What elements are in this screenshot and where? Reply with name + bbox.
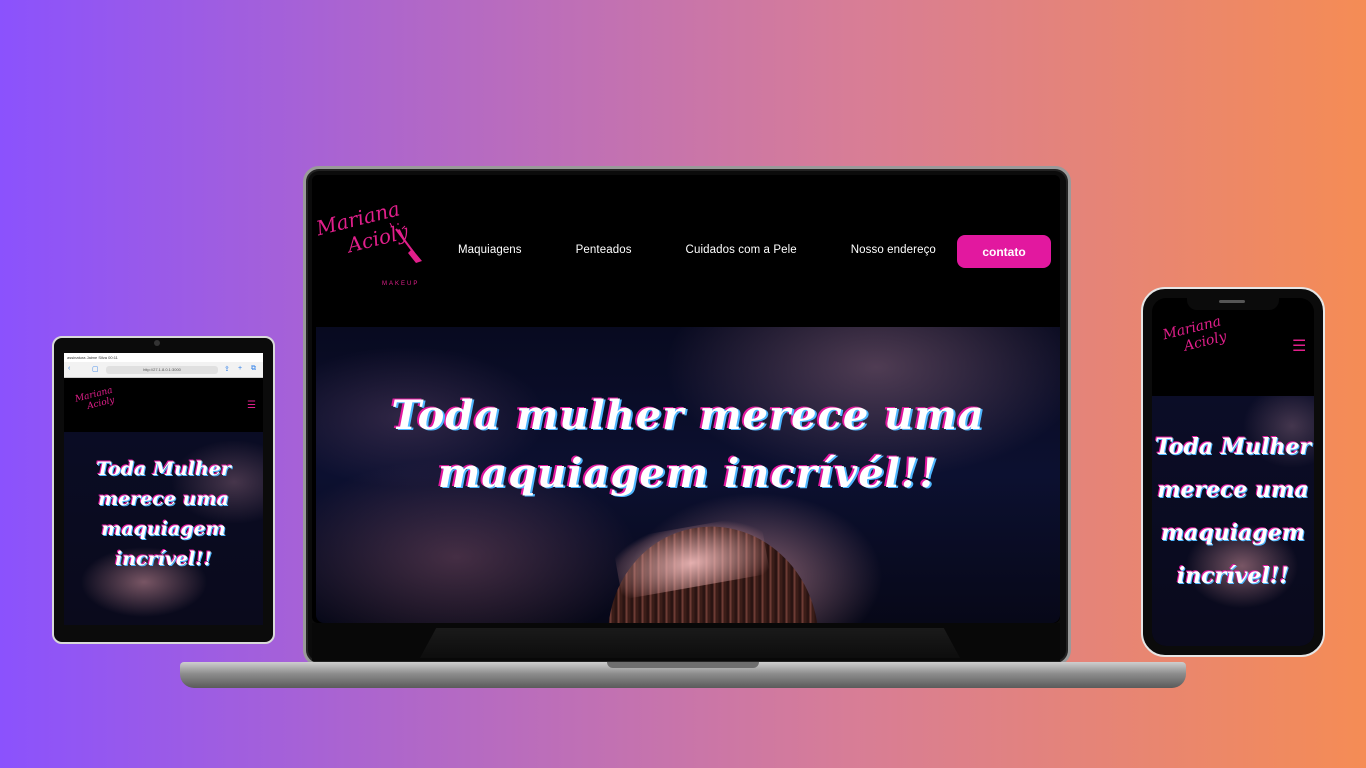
nav-item-maquiagens[interactable]: Maquiagens <box>458 244 522 256</box>
phone-hero: Toda Mulher merece uma maquiagem incríve… <box>1152 396 1314 646</box>
tablet-screen: assinatura Jaime Silva 00:11 ‹ ▢ http://… <box>64 353 263 625</box>
phone-brand-logo[interactable]: Mariana Acioly <box>1161 313 1228 359</box>
nav-item-penteados[interactable]: Penteados <box>576 244 632 256</box>
tablet-hero-title: Toda Mulher merece uma maquiagem incríve… <box>96 458 231 570</box>
site-header: Mariana Acioly MAKEUP Maquiagens Pentead… <box>312 175 1060 327</box>
phone-speaker <box>1219 300 1245 303</box>
tablet-brand-logo[interactable]: Mariana Acioly <box>74 386 116 415</box>
makeup-brush-icon <box>389 223 422 263</box>
book-icon[interactable]: ▢ <box>92 365 99 373</box>
hamburger-menu-icon[interactable]: ☰ <box>247 400 256 411</box>
main-nav: Maquiagens Penteados Cuidados com a Pele… <box>458 244 990 256</box>
brand-logo[interactable]: Mariana Acioly MAKEUP <box>314 196 428 293</box>
logo-subtitle: MAKEUP <box>382 281 420 287</box>
laptop-keyboard-reflection <box>420 628 960 658</box>
contact-button[interactable]: contato <box>957 235 1051 268</box>
hero-banner: Toda mulher merece uma maquiagem incrívé… <box>316 327 1060 623</box>
hamburger-menu-icon[interactable]: ☰ <box>1292 336 1306 356</box>
laptop-screen: Mariana Acioly MAKEUP Maquiagens Pentead… <box>312 175 1060 623</box>
add-tab-icon[interactable]: + <box>238 365 242 372</box>
tablet-status-bar: assinatura Jaime Silva 00:11 <box>64 353 263 362</box>
share-icon[interactable]: ⇪ <box>224 365 230 373</box>
phone-notch <box>1187 296 1279 310</box>
tablet-site-header: Mariana Acioly ☰ <box>64 378 263 432</box>
hero-title: Toda mulher merece uma maquiagem incrívé… <box>391 392 985 497</box>
laptop-notch <box>607 662 759 668</box>
nav-item-cuidados-pele[interactable]: Cuidados com a Pele <box>686 244 797 256</box>
tablet-url-field[interactable]: http://27.1.8.0.1:3000 <box>106 366 218 374</box>
tablet-camera <box>154 340 160 346</box>
tablet-hero: Toda Mulher merece uma maquiagem incríve… <box>64 432 263 625</box>
phone-screen: Mariana Acioly ☰ Toda Mulher merece uma … <box>1152 298 1314 646</box>
tablet-browser-bar: ‹ ▢ http://27.1.8.0.1:3000 ⇪ + ⧉ <box>64 362 263 378</box>
nav-item-endereco[interactable]: Nosso endereço <box>851 244 936 256</box>
tabs-icon[interactable]: ⧉ <box>251 365 256 373</box>
back-icon[interactable]: ‹ <box>68 365 70 372</box>
phone-hero-title: Toda Mulher merece uma maquiagem incríve… <box>1154 434 1312 589</box>
